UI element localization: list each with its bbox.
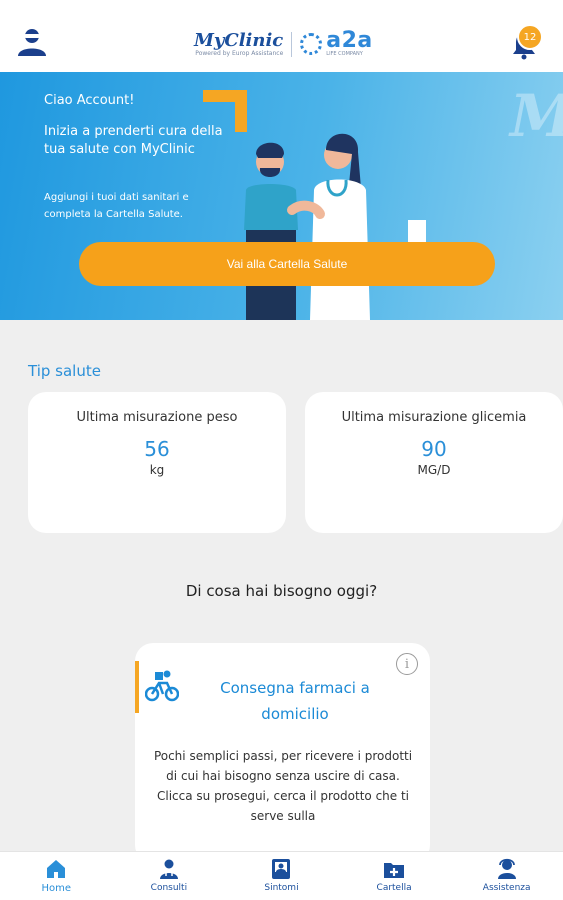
card-accent-bar [135, 661, 139, 713]
a2a-logo: a2a LIFE COMPANY [292, 28, 373, 57]
tip-card-unit: MG/D [417, 463, 451, 477]
nav-item-assistenza[interactable]: Assistenza [450, 852, 563, 900]
bottom-navigation: Home Consulti Sintomi Cartella Assistenz… [0, 851, 563, 900]
greeting-text: Ciao Account! [44, 93, 135, 108]
nav-item-consulti[interactable]: Consulti [113, 852, 226, 900]
medicine-delivery-card[interactable]: i Consegna farmaci a domicilio Pochi sem… [135, 643, 430, 863]
nav-label: Cartella [376, 883, 412, 893]
tip-card-label: Ultima misurazione glicemia [341, 410, 527, 425]
tip-card-value: 56 [144, 437, 170, 461]
symptoms-icon [272, 859, 291, 879]
welcome-banner: My Ciao Account! Inizia a prenderti cura… [0, 72, 563, 320]
nav-label: Consulti [150, 883, 188, 893]
myclinic-logo-text: MyClinic [194, 29, 284, 51]
go-to-health-record-button[interactable]: Vai alla Cartella Salute [79, 242, 495, 286]
info-icon[interactable]: i [396, 653, 418, 675]
nav-label: Home [41, 883, 72, 894]
a2a-mark-icon [300, 33, 323, 55]
tip-salute-heading: Tip salute [28, 362, 101, 380]
nav-label: Assistenza [482, 883, 531, 893]
user-profile-icon[interactable] [16, 26, 48, 58]
doctor-icon [159, 859, 178, 879]
nav-item-cartella[interactable]: Cartella [338, 852, 451, 900]
needs-heading: Di cosa hai bisogno oggi? [185, 582, 378, 600]
app-logo: MyClinic Powered by Europ Assistance a2a… [194, 22, 373, 66]
service-description: Pochi semplici passi, per ricevere i pro… [153, 749, 413, 823]
myclinic-logo-subtext: Powered by Europ Assistance [195, 49, 284, 57]
top-app-bar: MyClinic Powered by Europ Assistance a2a… [0, 0, 563, 72]
myclinic-logo: MyClinic Powered by Europ Assistance [194, 29, 293, 57]
banner-watermark: My [510, 82, 563, 150]
nav-item-home[interactable]: Home [0, 852, 113, 900]
delivery-bike-icon [145, 670, 179, 702]
weight-tip-card[interactable]: Ultima misurazione peso 56 kg [28, 392, 286, 533]
tip-card-unit: kg [149, 463, 165, 477]
banner-title: Inizia a prenderti cura della tua salute… [44, 124, 223, 157]
banner-description: Aggiungi i tuoi dati sanitari e completa… [44, 192, 189, 220]
tip-card-label: Ultima misurazione peso [76, 410, 238, 425]
a2a-logo-text: a2a [326, 28, 373, 53]
notification-count-badge: 12 [517, 24, 543, 50]
service-title: Consegna farmaci a domicilio [220, 679, 370, 723]
home-icon [47, 860, 66, 878]
support-icon [497, 858, 516, 879]
nav-item-sintomi[interactable]: Sintomi [225, 852, 338, 900]
tip-card-value: 90 [421, 437, 447, 461]
doctor-patient-illustration [244, 133, 426, 320]
folder-medical-icon [384, 863, 405, 878]
nav-label: Sintomi [264, 883, 299, 893]
glucose-tip-card[interactable]: Ultima misurazione glicemia 90 MG/D [305, 392, 563, 533]
